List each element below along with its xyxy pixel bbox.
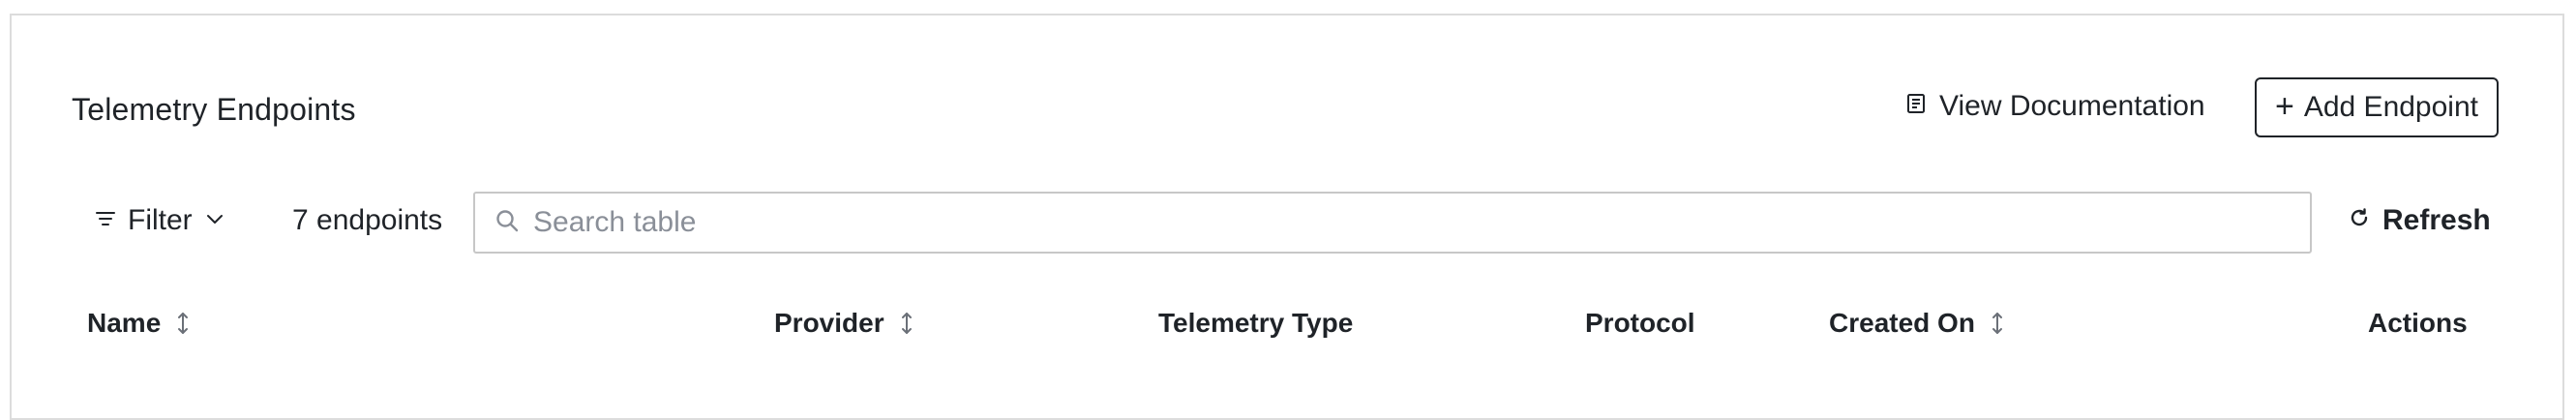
column-header-telemetry-type: Telemetry Type xyxy=(1158,302,1353,345)
add-endpoint-label: Add Endpoint xyxy=(2303,91,2478,123)
search-input[interactable] xyxy=(533,206,2310,239)
column-header-provider[interactable]: Provider xyxy=(774,302,915,345)
filter-icon xyxy=(95,204,116,237)
plus-icon: + xyxy=(2274,87,2294,125)
search-icon xyxy=(494,208,520,238)
refresh-icon xyxy=(2348,204,2371,237)
view-documentation-label: View Documentation xyxy=(1939,90,2205,122)
column-header-actions: Actions xyxy=(2368,302,2468,345)
filter-button[interactable]: Filter xyxy=(95,199,225,242)
chevron-down-icon xyxy=(204,204,225,237)
search-box[interactable] xyxy=(473,192,2312,254)
column-header-protocol: Protocol xyxy=(1585,302,1695,345)
page-title: Telemetry Endpoints xyxy=(72,92,356,127)
refresh-label: Refresh xyxy=(2382,204,2491,236)
sort-icon xyxy=(1989,311,2006,336)
view-documentation-link[interactable]: View Documentation xyxy=(1904,85,2205,128)
column-header-created-on[interactable]: Created On xyxy=(1829,302,2006,345)
sort-icon xyxy=(898,311,915,336)
column-header-label: Provider xyxy=(774,308,884,338)
column-header-label: Actions xyxy=(2368,308,2468,338)
document-icon xyxy=(1904,90,1928,123)
endpoint-count: 7 endpoints xyxy=(292,204,443,236)
add-endpoint-button[interactable]: + Add Endpoint xyxy=(2255,77,2499,137)
column-header-label: Created On xyxy=(1829,308,1975,338)
column-header-label: Protocol xyxy=(1585,308,1695,338)
sort-icon xyxy=(174,311,192,336)
telemetry-endpoints-panel: Telemetry Endpoints View Documentation +… xyxy=(10,14,2564,420)
column-header-label: Name xyxy=(87,308,162,338)
column-header-label: Telemetry Type xyxy=(1158,308,1354,338)
column-header-name[interactable]: Name xyxy=(87,302,192,345)
filter-label: Filter xyxy=(128,204,193,236)
refresh-button[interactable]: Refresh xyxy=(2348,199,2491,242)
